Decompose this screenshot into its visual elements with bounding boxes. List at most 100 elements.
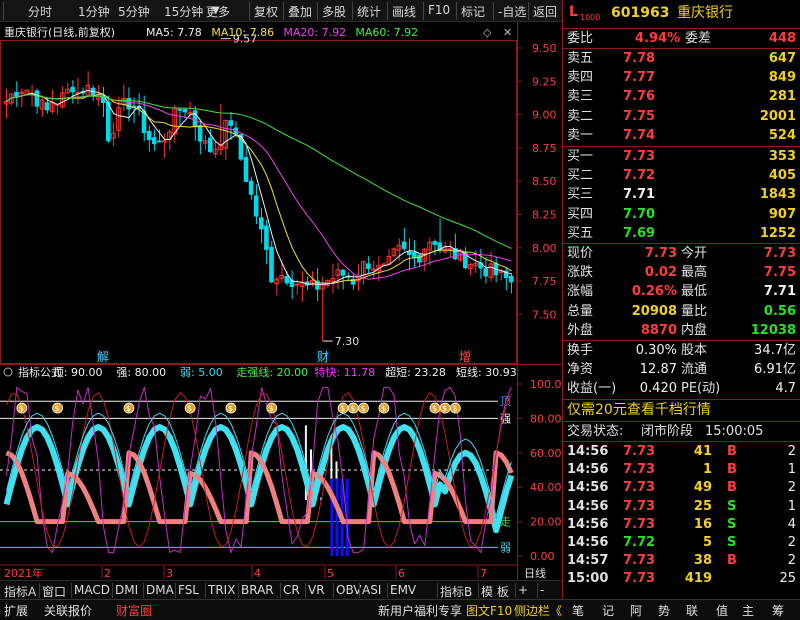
toolbar-3-button[interactable]: 统计 <box>357 3 381 20</box>
timeline-month: 4 <box>254 567 261 580</box>
tf-0-button[interactable]: 分时 <box>28 3 52 20</box>
bid-price[interactable]: 7.69 <box>623 225 655 242</box>
sidebar-item-1[interactable]: 侧边栏《 <box>514 602 562 619</box>
bid-price[interactable]: 7.70 <box>623 206 655 223</box>
stat-value: 0.56 <box>763 303 796 319</box>
indicator-tab-10[interactable]: OBV <box>336 583 362 597</box>
period-label: 日线 <box>524 566 546 580</box>
stat-label: 今开 <box>681 246 708 261</box>
indicator-tab-12[interactable]: EMV <box>390 583 416 597</box>
candle-body <box>447 248 453 251</box>
indicator-axis-tick: 0.00 <box>530 550 555 563</box>
toolbar-separator <box>3 2 4 20</box>
bottom-link-1[interactable]: 关联报价 <box>44 602 92 619</box>
price-axis-tick: 8.75 <box>532 142 557 155</box>
indicator-tab-14[interactable]: 模 板 <box>481 583 509 600</box>
tab-separator <box>112 583 113 598</box>
indicator-tab-5[interactable]: FSL <box>178 583 199 597</box>
toolbar-1-button[interactable]: 叠加 <box>288 3 312 20</box>
indicator-tab-4[interactable]: DMA <box>146 583 174 597</box>
promo-link[interactable]: 新用户福利专享 <box>378 602 462 619</box>
tf-1-button[interactable]: 1分钟 <box>78 3 110 20</box>
tf-2-button[interactable]: 5分钟 <box>118 3 150 20</box>
toolbar-6-button[interactable]: 标记 <box>461 3 485 20</box>
indicator-tab-7[interactable]: BRAR <box>241 583 274 597</box>
promo-banner[interactable]: 仅需20元查看千档行情 <box>567 402 711 419</box>
ask-price[interactable]: 7.76 <box>623 88 655 105</box>
indicator-tab-13[interactable]: 指标B <box>440 583 472 600</box>
indicator-tab-8[interactable]: CR <box>283 583 300 597</box>
toolbar-7-button[interactable]: -自选 <box>498 3 526 20</box>
ask-label: 卖二 <box>567 108 594 124</box>
more-caret-icon[interactable]: ▼ <box>212 5 220 16</box>
sidebar-item-9[interactable]: 筹 <box>772 602 784 619</box>
tick-volume: 41 <box>693 444 712 459</box>
sidebar-item-4[interactable]: 阿 <box>630 602 642 619</box>
tick-volume: 16 <box>693 516 712 532</box>
candle-body <box>340 269 346 276</box>
candle-body <box>197 125 203 142</box>
toolbar-2-button[interactable]: 多股 <box>322 3 346 20</box>
tick-time: 14:56 <box>567 498 609 514</box>
stat-label: 现价 <box>567 246 594 261</box>
ma-legend-item: MA20: 7.92 <box>283 26 346 39</box>
toolbar-0-button[interactable]: 复权 <box>254 3 278 20</box>
indicator-tab-15[interactable]: + <box>518 583 528 597</box>
sidebar-item-3[interactable]: 记 <box>602 602 614 619</box>
candle-body <box>412 251 417 259</box>
ask-price[interactable]: 7.77 <box>623 69 655 86</box>
timeline-month: 6 <box>398 567 405 580</box>
bid-price[interactable]: 7.73 <box>623 148 655 165</box>
tf-3-button[interactable]: 15分钟 <box>164 3 203 20</box>
toolbar-8-button[interactable]: 返回 <box>533 3 557 20</box>
bid-volume: 405 <box>768 168 796 184</box>
indicator-tab-3[interactable]: DMI <box>115 583 138 597</box>
bottom-link-2[interactable]: 财富圈 <box>116 602 152 619</box>
ask-volume: 281 <box>768 89 796 105</box>
tick-count: 1 <box>787 462 796 478</box>
toolbar-separator <box>283 2 284 20</box>
sidebar-item-5[interactable]: 势 <box>658 602 670 619</box>
svg-text:$: $ <box>187 404 192 413</box>
timeline-month: 3 <box>166 567 173 580</box>
candle-body <box>366 263 371 269</box>
toolbar-4-button[interactable]: 画线 <box>392 3 416 20</box>
indicator-axis-tick: 80.00 <box>530 412 562 425</box>
candle-body <box>151 137 157 145</box>
indicator-tab-16[interactable]: - <box>540 583 544 597</box>
sidebar-item-0[interactable]: 图文F10 <box>466 602 512 619</box>
sidebar-item-2[interactable]: 笔 <box>572 602 584 619</box>
ask-price[interactable]: 7.75 <box>623 108 655 125</box>
tick-side: S <box>727 498 737 514</box>
candle-body <box>208 137 213 153</box>
tick-price: 7.73 <box>623 444 656 459</box>
ma-legend: 重庆银行(日线,前复权) MA5: 7.78 MA10: 7.86 MA20: 7.9… <box>4 25 418 39</box>
ask-price[interactable]: 7.78 <box>623 50 655 67</box>
stock-code: 601963 <box>611 5 670 21</box>
bottom-link-0[interactable]: 扩展 <box>4 602 28 619</box>
low-price-label: 7.30 <box>335 335 360 348</box>
weicha-label: 委差 <box>685 31 712 46</box>
ma10-line <box>6 93 512 285</box>
ask-price[interactable]: 7.74 <box>623 127 655 144</box>
indicator-tab-6[interactable]: TRIX <box>208 583 235 597</box>
sidebar-item-8[interactable]: 主 <box>742 602 754 619</box>
indicator-legend-item: 超短: 23.28 <box>385 365 446 379</box>
tick-time: 14:56 <box>567 535 609 550</box>
bid-price[interactable]: 7.72 <box>623 167 655 184</box>
bid-price[interactable]: 7.71 <box>623 186 655 203</box>
indicator-tab-0[interactable]: 指标A <box>4 583 36 600</box>
indicator-tab-9[interactable]: VR <box>308 583 325 597</box>
indicator-tab-11[interactable]: ASI <box>362 583 381 597</box>
tick-side: B <box>727 444 737 459</box>
sidebar-item-7[interactable]: 值 <box>716 602 728 619</box>
svg-text:$: $ <box>228 404 233 413</box>
toolbar-5-button[interactable]: F10 <box>428 3 450 17</box>
indicator-tab-2[interactable]: MACD <box>74 583 110 597</box>
tab-separator <box>437 583 438 598</box>
chart-area[interactable]: 重庆银行(日线,前复权) MA5: 7.78 MA10: 7.86 MA20: 7.9… <box>0 22 562 596</box>
sidebar-item-6[interactable]: 联 <box>686 602 698 619</box>
market-badge-sub: 1000 <box>580 13 601 22</box>
indicator-tab-1[interactable]: 窗口 <box>42 583 66 600</box>
tick-time: 15:00 <box>567 571 609 587</box>
